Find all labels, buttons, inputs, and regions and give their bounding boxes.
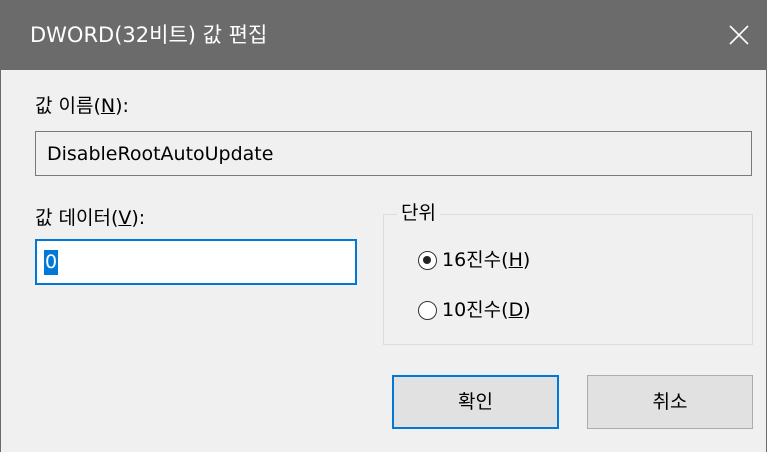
base-group-legend: 단위: [397, 201, 440, 225]
value-data-label-prefix: 값 데이터(: [35, 207, 119, 229]
close-icon: [729, 25, 749, 45]
radio-hex-access-key: H: [508, 249, 523, 271]
value-data-label-suffix: ):: [131, 207, 146, 229]
radio-hex-label-suffix: ): [522, 249, 531, 271]
edit-dword-dialog: DWORD(32비트) 값 편집 값 이름(N): DisableRootAut…: [0, 0, 767, 452]
ok-button[interactable]: 확인: [392, 375, 559, 429]
radio-dec-access-key: D: [508, 299, 524, 321]
value-name-label: 값 이름(N):: [35, 94, 129, 118]
radio-unchecked-icon: [418, 300, 437, 320]
base-groupbox: [383, 214, 753, 345]
value-name-label-suffix: ):: [115, 95, 129, 117]
radio-hex-label-prefix: 16진수(: [442, 249, 509, 271]
radio-checked-icon: [418, 250, 437, 270]
dialog-title: DWORD(32비트) 값 편집: [30, 23, 268, 47]
value-data-access-key: V: [118, 207, 132, 229]
radio-decimal[interactable]: 10진수(D): [418, 298, 531, 322]
close-button[interactable]: [710, 0, 767, 70]
value-name-label-prefix: 값 이름(: [35, 95, 101, 117]
radio-dec-label-prefix: 10진수(: [442, 299, 509, 321]
value-data-selected-text: 0: [44, 250, 59, 275]
title-bar: DWORD(32비트) 값 편집: [1, 0, 767, 70]
radio-hexadecimal[interactable]: 16진수(H): [418, 248, 530, 272]
value-data-label: 값 데이터(V):: [35, 206, 145, 230]
value-name-field[interactable]: DisableRootAutoUpdate: [35, 131, 752, 176]
cancel-button[interactable]: 취소: [587, 375, 753, 429]
value-name-text: DisableRootAutoUpdate: [47, 143, 274, 165]
value-data-input[interactable]: 0: [35, 239, 357, 285]
value-name-access-key: N: [100, 95, 116, 117]
radio-dec-label-suffix: ): [523, 299, 531, 321]
